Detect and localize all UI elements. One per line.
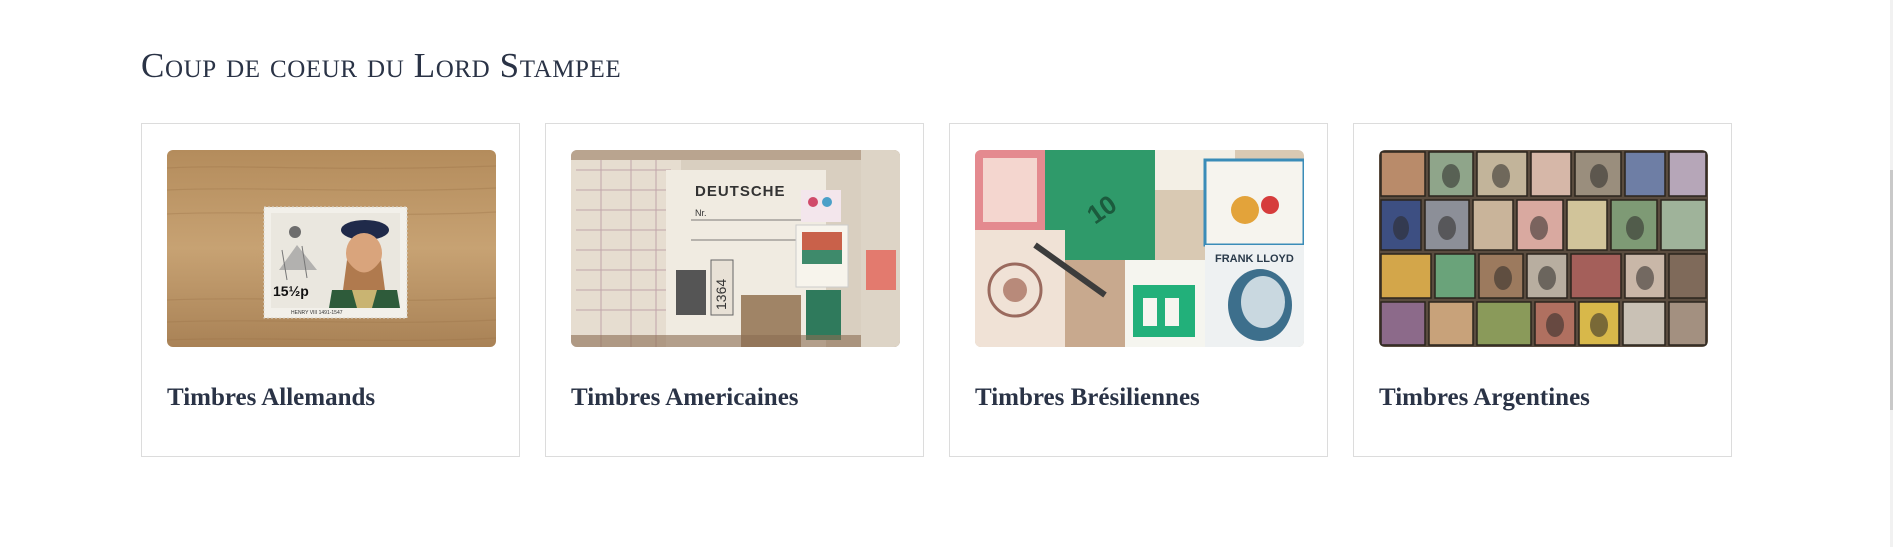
category-card-americaines[interactable]: DEUTSCHE AH Nr. 1364 Timbres Ameri bbox=[545, 123, 924, 457]
doc-nr-text: Nr. bbox=[695, 208, 707, 218]
doc-header-text: DEUTSCHE bbox=[695, 183, 786, 200]
category-card-allemands[interactable]: 15½p HENRY VIII 1491-1547 Timbres Allema… bbox=[141, 123, 520, 457]
deutsche-postal-documents-image[interactable]: DEUTSCHE AH Nr. 1364 bbox=[571, 150, 900, 347]
stamp-caption-text: HENRY VIII 1491-1547 bbox=[291, 310, 343, 316]
card-title[interactable]: Timbres Argentines bbox=[1379, 384, 1590, 412]
stamp-value-text: 15½p bbox=[273, 283, 309, 299]
category-card-bresiliennes[interactable]: 10 FRANK LLOYD Timbres Brésiliennes bbox=[949, 123, 1328, 457]
section-title: Coup de coeur du Lord Stampee bbox=[141, 46, 622, 85]
colorful-stamps-pile-image[interactable]: 10 FRANK LLOYD bbox=[975, 150, 1304, 347]
frank-lloyd-text: FRANK LLOYD bbox=[1215, 253, 1294, 265]
card-title[interactable]: Timbres Brésiliennes bbox=[975, 384, 1200, 412]
stamp-portrait-on-wood-image[interactable]: 15½p HENRY VIII 1491-1547 bbox=[167, 150, 496, 347]
category-cards: 15½p HENRY VIII 1491-1547 Timbres Allema… bbox=[141, 123, 1732, 457]
stamp-number-text: 1364 bbox=[713, 279, 729, 310]
stamp-collection-grid-image[interactable] bbox=[1379, 150, 1708, 347]
card-title[interactable]: Timbres Allemands bbox=[167, 384, 375, 412]
card-title[interactable]: Timbres Americaines bbox=[571, 384, 799, 412]
category-card-argentines[interactable]: Timbres Argentines bbox=[1353, 123, 1732, 457]
